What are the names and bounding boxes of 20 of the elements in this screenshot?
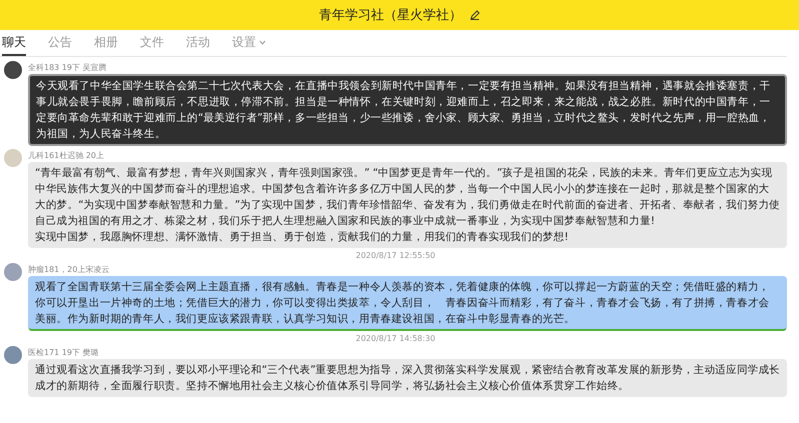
tab[interactable]: 公告 (48, 30, 72, 56)
sender-name: 医检171 19下 樊璐 (28, 347, 100, 358)
window-title: 青年学习社（星火学社） (319, 7, 462, 24)
sender-name: 全科183 19下 吴宣腾 (28, 62, 108, 73)
tab[interactable]: 设置 (232, 30, 266, 56)
message-bubble: 观看了全国青联第十三届全委会网上主题直播，很有感触。青春是一种令人羡慕的资本，凭着健康的体魄，你可以撑起一方蔚蓝的天空；凭借旺盛的精力，你可以开垦出一片神奇的土地；凭借巨大的潜力，你可以变得出类拔萃，令人刮目， 青春因奋斗而精彩，有了奋斗，青春才会飞扬，有了拼搏，青春才会美丽。作为新时期的青年人，我们更应该紧跟青联，认真学习知识，用青春建设祖国，在奋斗中彰显青春的光芒。 (28, 276, 787, 331)
tab[interactable]: 活动 (186, 30, 210, 56)
tab[interactable]: 相册 (94, 30, 118, 56)
message-bubble: 通过观看这次直播我学习到，要以邓小平理论和“三个代表”重要思想为指导，深入贯彻落实科学发展观，紧密结合教育改革发展的新形势，主动适应同学成长成才的新期待，全面履行职责。坚持不懈地用社会主义核心价值体系引导同学，将弘扬社会主义核心价值体系贯穿工作始终。 (28, 359, 787, 397)
avatar[interactable] (4, 61, 22, 79)
message-bubble: “青年最富有朝气、最富有梦想，青年兴则国家兴，青年强则国家强。” “中国梦更是青年一代的。”孩子是祖国的花朵，民族的未来。青年们更应立志为实现中华民族伟大复兴的中国梦而奋斗的理想追求。中国梦包含着许许多多亿万中国人民的梦，当每一个中国人民小小的梦连接在一起时，那就是整个国家的大大的梦。“为实现中国梦奉献智慧和力量。”为了实现中国梦，我们青年珍惜韶华、奋发有为，我们勇做走在时代前面的奋进者、开拓者、奉献者，我们努力使自己成为祖国的有用之才、栋梁之材，我们乐于把人生理想融入国家和民族的事业中成就一番事业，为实现中国梦奉献智慧和力量! 实现中国梦，我愿胸怀理想、满怀激情、勇于担当、勇于创造，贡献我们的力量，用我们的青春实现我们的梦想! (28, 162, 787, 248)
tab[interactable]: 文件 (140, 30, 164, 56)
sender-name: 儿科161杜迟驰 20上 (28, 150, 105, 161)
pencil-icon[interactable] (470, 10, 480, 20)
sender-name: 肿瘤181，20上宋凌云 (28, 264, 110, 275)
message-bubble: 今天观看了中华全国学生联合会第二十七次代表大会，在直播中我领会到新时代中国青年，一定要有担当精神。如果没有担当精神，遇事就会推诿塞责，干事儿就会畏手畏脚，瞻前顾后，不思进取，停滞不前。担当是一种情怀，在关键时刻，迎难而上，召之即来，来之能战，战之必胜。新时代的中国青年，一定要向革命先辈和敢于迎难而上的“最美逆行者”那样，多一些担当，少一些推诿，舍小家、顾大家、勇担当，立时代之鳌头，发时代之先声，用一腔热血，为祖国，为人民奋斗终生。 (28, 74, 787, 146)
timestamp: 2020/8/17 14:58:30 (354, 334, 436, 343)
tab[interactable]: 聊天 (2, 30, 26, 56)
timestamp: 2020/8/17 12:55:50 (354, 251, 436, 260)
caret-icon (259, 40, 266, 44)
